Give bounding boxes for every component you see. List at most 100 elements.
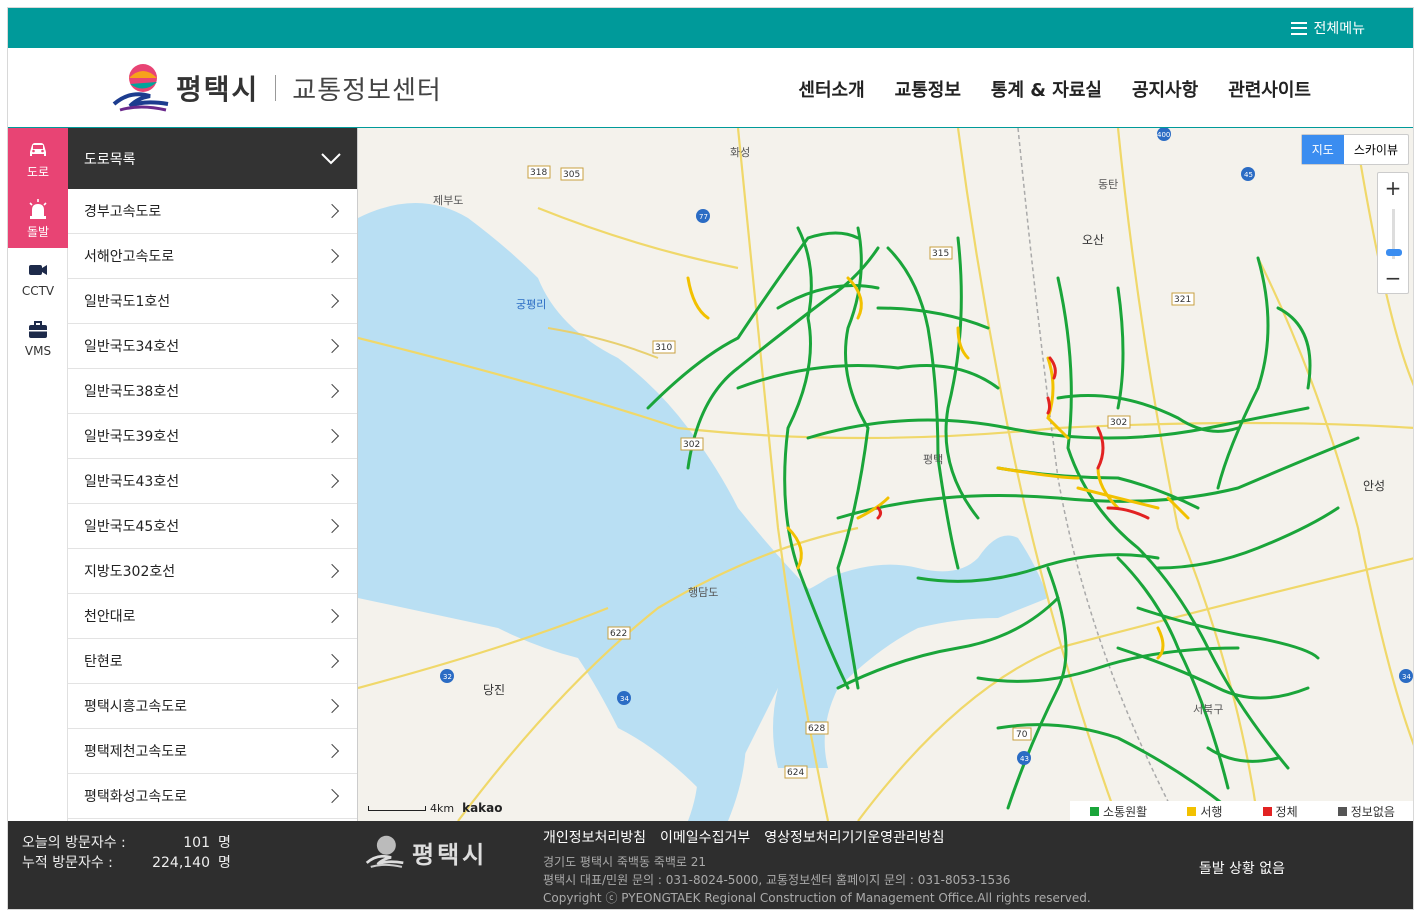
all-menu-button[interactable]: 전체메뉴 <box>1291 18 1365 38</box>
road-name: 경부고속도로 <box>84 204 162 220</box>
scale-label: 4km <box>430 801 455 815</box>
logo-center-name: 교통정보센터 <box>292 75 442 106</box>
zoom-slider-knob[interactable] <box>1386 249 1402 256</box>
road-list-header[interactable]: 도로목록 <box>68 128 357 189</box>
svg-text:315: 315 <box>932 249 949 259</box>
road-name: 일반국도34호선 <box>84 339 180 355</box>
traffic-map[interactable]: 318 305 77 310 315 321 302 302 622 32 34… <box>358 128 1413 821</box>
road-list-item[interactable]: 일반국도34호선 <box>68 324 357 369</box>
visitors-unit: 명 <box>218 835 231 851</box>
road-list-item[interactable]: 일반국도38호선 <box>68 369 357 414</box>
road-list-item[interactable]: 평택제천고속도로 <box>68 729 357 774</box>
road-list-item[interactable]: 경부고속도로 <box>68 189 357 234</box>
road-list-item[interactable]: 천안대로 <box>68 594 357 639</box>
today-visitors-value: 101 <box>183 835 210 851</box>
siren-icon <box>29 198 47 219</box>
svg-text:321: 321 <box>1174 295 1191 305</box>
site-header: 평택시 교통정보센터 센터소개 교통정보 통계 & 자료실 공지사항 관련사이트 <box>8 48 1413 128</box>
chevron-right-icon <box>324 248 340 264</box>
svg-text:302: 302 <box>1110 418 1127 428</box>
chevron-right-icon <box>324 698 340 714</box>
chevron-right-icon <box>324 338 340 354</box>
city-logo-icon <box>365 835 404 868</box>
svg-text:400: 400 <box>1157 131 1170 139</box>
legend-label: 정체 <box>1275 804 1298 819</box>
road-list-item[interactable]: 일반국도45호선 <box>68 504 357 549</box>
road-list-title: 도로목록 <box>84 151 136 168</box>
sidebar-item-cctv[interactable]: CCTV <box>8 248 68 308</box>
nav-statistics[interactable]: 통계 & 자료실 <box>991 76 1102 102</box>
page-frame: 전체메뉴 평택시 교통정보센터 센터소개 교통정보 통계 & 자료실 공지사항 … <box>7 7 1414 910</box>
road-list-item[interactable]: 평택화성고속도로 <box>68 774 357 819</box>
chevron-right-icon <box>324 608 340 624</box>
road-name: 천안대로 <box>84 609 136 625</box>
road-name: 탄현로 <box>84 654 123 670</box>
road-list-panel: 도로목록 경부고속도로서해안고속도로일반국도1호선일반국도34호선일반국도38호… <box>68 128 358 821</box>
road-list-item[interactable]: 일반국도1호선 <box>68 279 357 324</box>
top-bar: 전체메뉴 <box>8 8 1413 48</box>
road-list-item[interactable]: 서해안고속도로 <box>68 234 357 279</box>
svg-text:310: 310 <box>655 343 672 353</box>
road-name: 일반국도39호선 <box>84 429 180 445</box>
chevron-right-icon <box>324 743 340 759</box>
road-name: 일반국도1호선 <box>84 294 171 310</box>
chevron-right-icon <box>324 473 340 489</box>
sea-area <box>358 203 818 788</box>
briefcase-icon <box>29 321 47 338</box>
map-type-sky-button[interactable]: 스카이뷰 <box>1344 135 1408 164</box>
map-label-pyeongtaek: 평택 <box>923 453 944 466</box>
road-name: 평택시흥고속도로 <box>84 699 188 715</box>
road-list-item[interactable]: 평택시흥고속도로 <box>68 684 357 729</box>
road-list-item[interactable]: 탄현로 <box>68 639 357 684</box>
road-name: 서해안고속도로 <box>84 249 175 265</box>
sidebar-item-incident[interactable]: 돌발 <box>8 188 68 248</box>
zoom-control: + − <box>1377 172 1409 294</box>
sidebar-item-label: CCTV <box>21 284 55 298</box>
chevron-right-icon <box>324 203 340 219</box>
sidebar-item-road[interactable]: 도로 <box>8 128 68 188</box>
chevron-right-icon <box>324 563 340 579</box>
map-type-road-button[interactable]: 지도 <box>1301 135 1344 164</box>
kakao-logo: kakao <box>462 801 503 815</box>
map-base: 318 305 77 310 315 321 302 302 622 32 34… <box>358 128 1413 821</box>
email-refusal-link[interactable]: 이메일수집거부 <box>660 827 750 847</box>
sidebar-item-vms[interactable]: VMS <box>8 308 68 368</box>
privacy-policy-link[interactable]: 개인정보처리방침 <box>543 827 646 847</box>
map-label-anseong: 안성 <box>1363 479 1386 493</box>
site-logo[interactable]: 평택시 교통정보센터 <box>110 60 442 116</box>
road-name: 지방도302호선 <box>84 564 176 580</box>
legend-swatch <box>1187 806 1197 816</box>
footer-info: 경기도 평택시 죽백동 죽백로 21 평택시 대표/민원 문의 : 031-80… <box>543 853 1091 907</box>
nav-traffic-info[interactable]: 교통정보 <box>895 76 961 102</box>
logo-city-name: 평택시 <box>176 73 260 106</box>
nav-related-sites[interactable]: 관련사이트 <box>1228 76 1311 102</box>
zoom-in-button[interactable]: + <box>1378 173 1408 203</box>
chevron-right-icon <box>324 383 340 399</box>
legend-item: 소통원활 <box>1090 803 1147 820</box>
all-menu-label: 전체메뉴 <box>1313 21 1365 37</box>
chevron-right-icon <box>324 293 340 309</box>
map-label-jebudo: 제부도 <box>433 194 464 207</box>
svg-text:43: 43 <box>1020 755 1029 763</box>
map-type-switch: 지도 스카이뷰 <box>1300 134 1409 165</box>
footer-logo: 평택시 <box>364 833 487 871</box>
road-list-item[interactable]: 일반국도43호선 <box>68 459 357 504</box>
map-label-dangjin: 당진 <box>483 683 506 697</box>
nav-notice[interactable]: 공지사항 <box>1132 76 1198 102</box>
road-list-item[interactable]: 일반국도39호선 <box>68 414 357 459</box>
legend-label: 소통원활 <box>1103 804 1148 819</box>
svg-text:45: 45 <box>1244 171 1253 179</box>
legend-label: 서행 <box>1200 804 1223 819</box>
video-policy-link[interactable]: 영상정보처리기기운영관리방침 <box>764 827 944 847</box>
chevron-right-icon <box>324 788 340 804</box>
city-logo-icon <box>112 64 169 112</box>
svg-text:628: 628 <box>808 724 825 734</box>
nav-center-intro[interactable]: 센터소개 <box>798 76 864 102</box>
road-name: 일반국도43호선 <box>84 474 180 490</box>
car-icon <box>30 142 46 156</box>
zoom-out-button[interactable]: − <box>1378 263 1408 293</box>
hamburger-icon <box>1291 21 1308 35</box>
road-list-item[interactable]: 지방도302호선 <box>68 549 357 594</box>
today-visitors-label: 오늘의 방문자수 : <box>22 835 126 851</box>
visitors-unit: 명 <box>218 855 231 871</box>
